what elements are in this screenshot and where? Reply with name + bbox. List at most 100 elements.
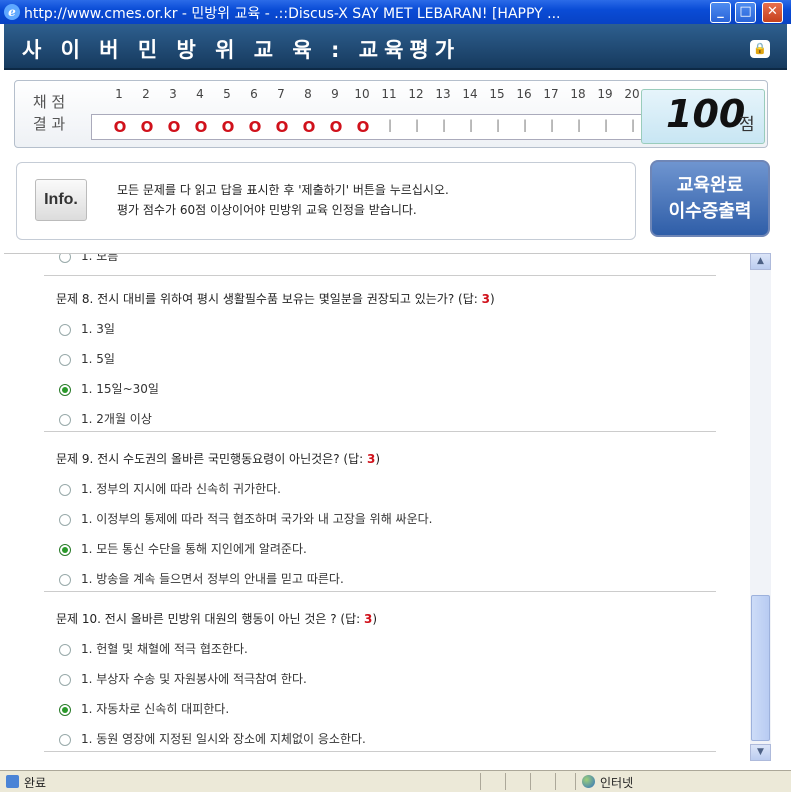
scrollbar-thumb[interactable] — [751, 595, 770, 741]
window-title: http://www.cmes.or.kr - 민방위 교육 - .::Disc… — [24, 6, 561, 22]
answer-mark: | — [414, 118, 420, 132]
answer-mark: | — [468, 118, 474, 132]
question-number: 18 — [570, 87, 586, 101]
question-text: 문제 9. 전시 수도권의 올바른 국민행동요령이 아닌것은? (답: — [56, 452, 367, 466]
zone-text: 인터넷 — [600, 776, 634, 790]
status-divider — [575, 773, 576, 790]
window-titlebar: e http://www.cmes.or.kr - 민방위 교육 - .::Di… — [0, 0, 791, 24]
answer-option[interactable]: 1. 이정부의 통제에 따라 적극 협조하며 국가와 내 고장을 위해 싸운다. — [59, 510, 433, 526]
question-number: 14 — [462, 87, 478, 101]
answer-number: 3 — [481, 292, 490, 306]
answer-mark: | — [495, 118, 501, 132]
question-title: 문제 8. 전시 대비를 위하여 평시 생활필수품 보유는 몇일분을 권장되고 … — [56, 290, 495, 307]
question-title: 문제 10. 전시 올바른 민방위 대원의 행동이 아닌 것은 ? (답: 3) — [56, 610, 377, 627]
answer-option[interactable]: 1. 3일 — [59, 320, 115, 336]
info-line-2: 평가 점수가 60점 이상이어야 민방위 교육 인정을 받습니다. — [117, 203, 417, 217]
answer-close: ) — [489, 292, 495, 306]
question-text: 문제 10. 전시 올바른 민방위 대원의 행동이 아닌 것은 ? (답: — [56, 612, 364, 626]
status-divider — [480, 773, 481, 790]
question-number: 2 — [142, 87, 150, 101]
question-number: 15 — [489, 87, 505, 101]
info-button[interactable]: Info. — [35, 179, 87, 221]
question-number: 12 — [408, 87, 424, 101]
radio-button[interactable] — [59, 673, 71, 686]
question-number: 7 — [277, 87, 285, 101]
certificate-print-button[interactable]: 교육완료 이수증출력 — [650, 160, 770, 237]
question-number: 16 — [516, 87, 532, 101]
question-number-row: 1 2 3 4 5 6 7 8 9 10 11 12 13 14 15 16 17 18 19 20 — [105, 87, 650, 105]
certificate-line-2: 이수증출력 — [668, 201, 752, 222]
option-label: 1. 모름 — [81, 253, 119, 263]
radio-button[interactable] — [59, 733, 71, 746]
answer-option[interactable]: 1. 방송을 계속 들으면서 정부의 안내를 믿고 따른다. — [59, 570, 344, 586]
answer-mark: O — [167, 118, 181, 136]
answer-mark: O — [248, 118, 262, 136]
question-number: 3 — [169, 87, 177, 101]
answer-mark: | — [387, 118, 393, 132]
page-header: 사 이 버 민 방 위 교 육 : 교육평가 🔒 — [4, 24, 787, 70]
page-icon — [6, 775, 19, 788]
question-number: 1 — [115, 87, 123, 101]
maximize-button[interactable]: □ — [735, 2, 756, 23]
info-line-1: 모든 문제를 다 읽고 답을 표시한 후 '제출하기' 버튼을 누르십시오. — [117, 183, 449, 197]
answer-option[interactable]: 1. 자동차로 신속히 대피한다. — [59, 700, 229, 716]
question-number: 6 — [250, 87, 258, 101]
radio-button[interactable] — [59, 254, 71, 263]
question-number: 13 — [435, 87, 451, 101]
radio-button[interactable] — [59, 383, 71, 396]
info-text: 모든 문제를 다 읽고 답을 표시한 후 '제출하기' 버튼을 누르십시오. 평… — [117, 180, 449, 220]
lock-icon[interactable]: 🔒 — [750, 40, 770, 58]
question-text: 문제 8. 전시 대비를 위하여 평시 생활필수품 보유는 몇일분을 권장되고 … — [56, 292, 482, 306]
question-number: 17 — [543, 87, 559, 101]
score-unit: 점 — [739, 115, 755, 135]
answer-mark: | — [576, 118, 582, 132]
radio-button[interactable] — [59, 323, 71, 336]
radio-button[interactable] — [59, 483, 71, 496]
answer-option[interactable]: 1. 5일 — [59, 350, 115, 366]
option-label: 1. 3일 — [81, 322, 115, 336]
answer-option[interactable]: 1. 부상자 수송 및 자원봉사에 적극참여 한다. — [59, 670, 307, 686]
radio-button[interactable] — [59, 413, 71, 426]
answer-mark: | — [522, 118, 528, 132]
answer-mark: O — [275, 118, 289, 136]
question-title: 문제 9. 전시 수도권의 올바른 국민행동요령이 아닌것은? (답: 3) — [56, 450, 380, 467]
question-number: 8 — [304, 87, 312, 101]
answer-marks-row: O O O O O O O O O O | | | | | | | | | | — [91, 114, 649, 140]
answer-option[interactable]: 1. 모든 통신 수단을 통해 지인에게 알려준다. — [59, 540, 307, 556]
answer-option[interactable]: 1. 2개월 이상 — [59, 410, 152, 426]
option-label: 1. 이정부의 통제에 따라 적극 협조하며 국가와 내 고장을 위해 싸운다. — [81, 512, 433, 526]
answer-mark: O — [140, 118, 154, 136]
score-label-line2: 결 과 — [32, 115, 66, 133]
scroll-up-arrow-icon[interactable]: ▲ — [750, 253, 771, 270]
answer-option[interactable]: 1. 15일~30일 — [59, 380, 159, 396]
close-button[interactable]: ✕ — [762, 2, 783, 23]
score-value: 100 — [666, 92, 746, 136]
radio-button[interactable] — [59, 543, 71, 556]
answer-mark: | — [549, 118, 555, 132]
option-label: 1. 5일 — [81, 352, 115, 366]
partial-option[interactable]: 1. 모름 — [59, 253, 119, 263]
status-divider — [555, 773, 556, 790]
answer-mark: O — [329, 118, 343, 136]
radio-button[interactable] — [59, 353, 71, 366]
option-label: 1. 방송을 계속 들으면서 정부의 안내를 믿고 따른다. — [81, 572, 344, 586]
certificate-line-1: 교육완료 — [676, 175, 744, 196]
answer-mark: O — [113, 118, 127, 136]
radio-button[interactable] — [59, 703, 71, 716]
minimize-button[interactable]: _ — [710, 2, 731, 23]
question-number: 10 — [354, 87, 370, 101]
score-panel: 채 점 결 과 1 2 3 4 5 6 7 8 9 10 11 12 13 14 15 16 17 18 19 20 … — [14, 80, 768, 148]
radio-button[interactable] — [59, 513, 71, 526]
question-list: 1. 모름 문제 8. 전시 대비를 위하여 평시 생활필수품 보유는 몇일분을… — [4, 253, 770, 761]
radio-button[interactable] — [59, 643, 71, 656]
radio-button[interactable] — [59, 573, 71, 586]
vertical-scrollbar[interactable]: ▲ ▼ — [750, 253, 771, 761]
answer-option[interactable]: 1. 헌혈 및 채혈에 적극 협조한다. — [59, 640, 248, 656]
answer-option[interactable]: 1. 동원 영장에 지정된 일시와 장소에 지체없이 응소한다. — [59, 730, 366, 746]
answer-close: ) — [372, 612, 378, 626]
scroll-down-arrow-icon[interactable]: ▼ — [750, 744, 771, 761]
answer-option[interactable]: 1. 정부의 지시에 따라 신속히 귀가한다. — [59, 480, 281, 496]
info-box: Info. 모든 문제를 다 읽고 답을 표시한 후 '제출하기' 버튼을 누르… — [16, 162, 636, 240]
option-label: 1. 부상자 수송 및 자원봉사에 적극참여 한다. — [81, 672, 307, 686]
score-result-label: 채 점 결 과 — [25, 91, 73, 135]
